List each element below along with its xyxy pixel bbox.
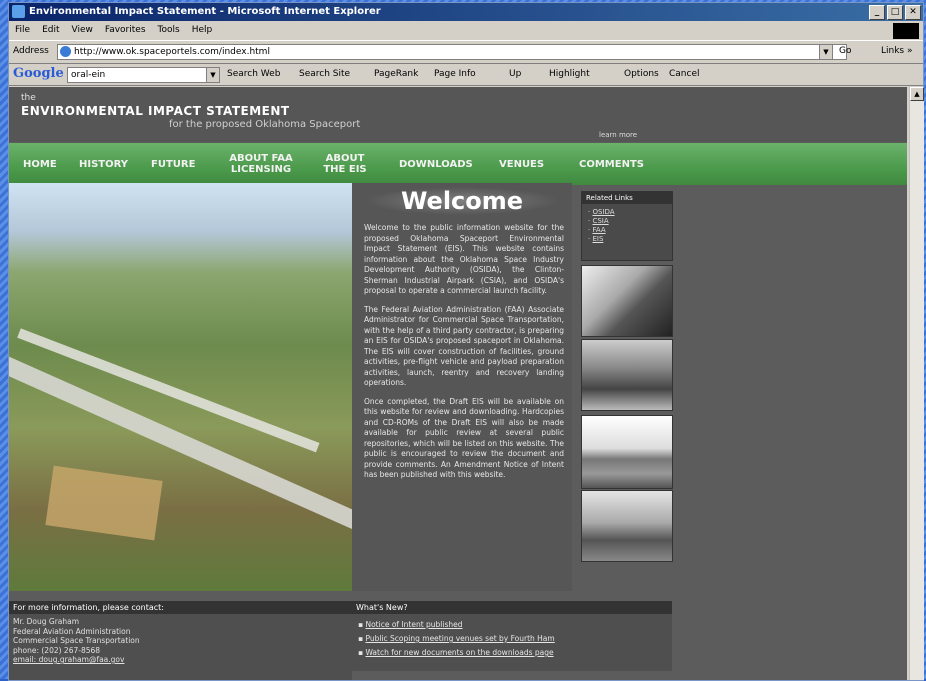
- related-links-list: · OSIDA · CSIA · FAA · EIS: [582, 204, 672, 248]
- page-icon: [60, 46, 71, 57]
- nav-future[interactable]: FUTURE: [151, 159, 195, 170]
- page-info-button[interactable]: Page Info: [434, 69, 476, 79]
- related-link[interactable]: · OSIDA: [588, 208, 666, 217]
- window-controls: _ □ ✕: [869, 5, 921, 20]
- nav-history[interactable]: HISTORY: [79, 159, 128, 170]
- browser-window: Environmental Impact Statement - Microso…: [8, 2, 924, 681]
- menu-help[interactable]: Help: [192, 22, 213, 39]
- contact-org: Federal Aviation Administration: [13, 626, 131, 636]
- welcome-paragraph: Welcome to the public information websit…: [364, 223, 564, 295]
- menu-favorites[interactable]: Favorites: [105, 22, 146, 39]
- related-links-heading: Related Links: [582, 192, 672, 204]
- hangar-interior-photo: [581, 339, 673, 411]
- site-nav: HOME HISTORY FUTURE ABOUT FAA LICENSING …: [9, 143, 907, 185]
- menu-edit[interactable]: Edit: [42, 22, 59, 39]
- google-dropdown-icon[interactable]: ▼: [206, 67, 220, 83]
- whats-new-panel: What's New? ▪ Notice of Intent published…: [352, 601, 672, 671]
- contact-details: Mr. Doug Graham Federal Aviation Adminis…: [9, 614, 352, 668]
- airfield-aerial-photo: [9, 183, 352, 591]
- welcome-paragraph: The Federal Aviation Administration (FAA…: [364, 304, 564, 388]
- go-button[interactable]: Go: [839, 46, 851, 56]
- news-item[interactable]: ▪ Public Scoping meeting venues set by F…: [358, 632, 666, 646]
- hangar-photo: [581, 265, 673, 337]
- news-item[interactable]: ▪ Notice of Intent published: [358, 618, 666, 632]
- search-site-button[interactable]: Search Site: [299, 69, 350, 79]
- address-dropdown-icon[interactable]: ▼: [819, 44, 833, 60]
- related-link[interactable]: · CSIA: [588, 217, 666, 226]
- highlight-button[interactable]: Highlight: [549, 69, 590, 79]
- minimize-button[interactable]: _: [869, 5, 885, 20]
- window-title: Environmental Impact Statement - Microso…: [29, 6, 381, 17]
- scroll-up-icon[interactable]: ▲: [910, 87, 924, 101]
- pagerank-button[interactable]: PageRank: [374, 69, 418, 79]
- welcome-paragraph: Once completed, the Draft EIS will be av…: [364, 396, 564, 480]
- up-button[interactable]: Up: [509, 69, 521, 79]
- whats-new-heading: What's New?: [352, 601, 672, 614]
- cancel-button[interactable]: Cancel: [669, 69, 700, 79]
- menu-bar: File Edit View Favorites Tools Help: [9, 22, 923, 39]
- welcome-text: Welcome to the public information websit…: [364, 223, 564, 489]
- menu-tools[interactable]: Tools: [158, 22, 180, 39]
- address-url: http://www.ok.spaceportels.com/index.htm…: [74, 47, 270, 57]
- airfield-building-photo: [581, 415, 673, 489]
- contact-name: Mr. Doug Graham: [13, 617, 80, 626]
- site-subtitle: for the proposed Oklahoma Spaceport: [169, 119, 361, 130]
- contact-heading: For more information, please contact:: [9, 601, 352, 614]
- related-link[interactable]: · EIS: [588, 235, 666, 244]
- contact-panel: For more information, please contact: Mr…: [9, 601, 352, 680]
- contact-phone: phone: (202) 267-8568: [13, 645, 101, 655]
- ie-icon: [12, 5, 25, 18]
- google-toolbar: Google oral-ein ▼ Search Web Search Site…: [9, 63, 923, 86]
- news-list: ▪ Notice of Intent published ▪ Public Sc…: [352, 614, 672, 664]
- search-web-button[interactable]: Search Web: [227, 69, 280, 79]
- maximize-button[interactable]: □: [887, 5, 903, 20]
- vertical-scrollbar[interactable]: ▲: [909, 87, 924, 680]
- welcome-panel: Welcome Welcome to the public informatio…: [352, 183, 572, 591]
- links-button[interactable]: Links »: [881, 46, 913, 56]
- menu-file[interactable]: File: [15, 22, 30, 39]
- contact-office: Commercial Space Transportation: [13, 636, 140, 645]
- address-bar: Address http://www.ok.spaceportels.com/i…: [9, 40, 923, 64]
- related-link[interactable]: · FAA: [588, 226, 666, 235]
- news-item[interactable]: ▪ Watch for new documents on the downloa…: [358, 646, 666, 660]
- nav-comments[interactable]: COMMENTS: [579, 159, 644, 170]
- learn-more-link[interactable]: learn more: [599, 131, 637, 139]
- nav-about-faa-licensing[interactable]: ABOUT FAA LICENSING: [221, 153, 301, 175]
- site-header: the ENVIRONMENTAL IMPACT STATEMENT for t…: [9, 87, 907, 142]
- contact-email[interactable]: email: doug.graham@faa.gov: [13, 655, 348, 665]
- nav-home[interactable]: HOME: [23, 159, 57, 170]
- address-input[interactable]: http://www.ok.spaceportels.com/index.htm…: [57, 44, 847, 60]
- site-title: ENVIRONMENTAL IMPACT STATEMENT: [21, 104, 290, 118]
- options-button[interactable]: Options: [624, 69, 659, 79]
- terminal-building-photo: [581, 490, 673, 562]
- related-links-box: Related Links · OSIDA · CSIA · FAA · EIS: [581, 191, 673, 261]
- nav-downloads[interactable]: DOWNLOADS: [399, 159, 473, 170]
- windows-logo-icon: [893, 23, 919, 39]
- nav-about-the-eis[interactable]: ABOUT THE EIS: [319, 153, 371, 175]
- site-the: the: [21, 93, 36, 103]
- google-search-input[interactable]: oral-ein: [67, 67, 208, 83]
- page-viewport: the ENVIRONMENTAL IMPACT STATEMENT for t…: [9, 87, 907, 680]
- nav-venues[interactable]: VENUES: [499, 159, 544, 170]
- close-button[interactable]: ✕: [905, 5, 921, 20]
- google-logo[interactable]: Google: [13, 66, 64, 81]
- address-label: Address: [13, 46, 49, 56]
- welcome-heading: Welcome: [364, 187, 560, 215]
- menu-view[interactable]: View: [72, 22, 93, 39]
- title-bar[interactable]: Environmental Impact Statement - Microso…: [9, 3, 923, 21]
